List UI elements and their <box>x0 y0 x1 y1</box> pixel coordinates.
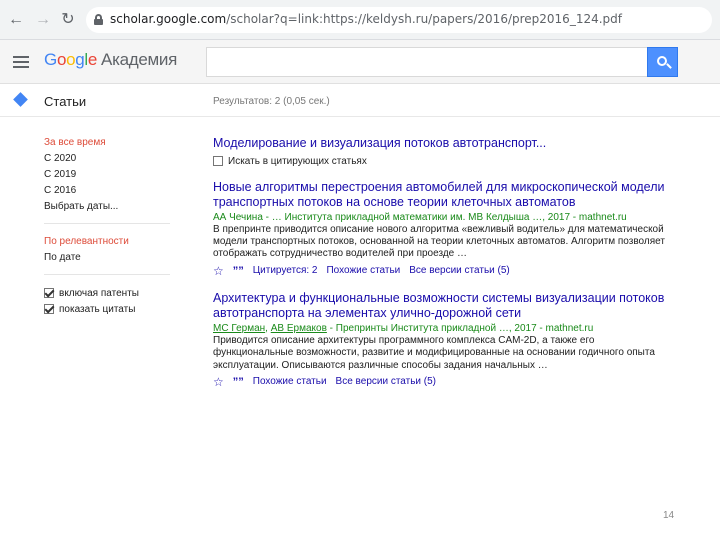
address-bar[interactable]: scholar.google.com/scholar?q=link:https:… <box>86 7 712 33</box>
filter-since-2020[interactable]: С 2020 <box>44 151 174 167</box>
result-snippet: В препринте приводится описание нового а… <box>213 223 665 260</box>
filter-sidebar: За все время С 2020 С 2019 С 2016 Выбрат… <box>44 135 174 317</box>
query-article-title[interactable]: Моделирование и визуализация потоков авт… <box>213 136 673 152</box>
articles-diamond-icon <box>13 92 28 107</box>
back-arrow-icon[interactable]: ← <box>6 9 26 31</box>
author-link[interactable]: АВ Ермаков <box>271 323 327 334</box>
slide-page-number: 14 <box>663 510 675 521</box>
related-articles-link[interactable]: Похожие статьи <box>326 264 400 278</box>
reload-icon[interactable]: ↻ <box>58 9 78 31</box>
search-button[interactable] <box>647 47 678 77</box>
scholar-header: Google Академия <box>0 40 720 84</box>
result-title[interactable]: Архитектура и функциональные возможности… <box>213 291 673 322</box>
checkbox-icon[interactable] <box>44 288 54 298</box>
include-patents-checkbox[interactable]: включая патенты <box>44 285 174 301</box>
cited-by-link[interactable]: Цитируется: 2 <box>253 264 318 278</box>
sort-by-relevance[interactable]: По релевантности <box>44 234 174 250</box>
show-citations-checkbox[interactable]: показать цитаты <box>44 301 174 317</box>
articles-label: Статьи <box>44 94 87 109</box>
search-citing-checkbox[interactable]: Искать в цитирующих статьях <box>213 156 673 167</box>
checkbox-icon[interactable] <box>213 156 223 166</box>
menu-icon[interactable] <box>13 56 29 68</box>
filter-since-2019[interactable]: С 2019 <box>44 167 174 183</box>
filter-custom-range[interactable]: Выбрать даты... <box>44 199 174 215</box>
save-star-icon[interactable]: ☆ <box>213 375 224 389</box>
result-item: Архитектура и функциональные возможности… <box>213 291 673 389</box>
filter-any-time[interactable]: За все время <box>44 135 174 151</box>
result-actions: ☆ ”” Цитируется: 2 Похожие статьи Все ве… <box>213 264 673 278</box>
browser-toolbar: ← → ↻ scholar.google.com/scholar?q=link:… <box>0 0 720 40</box>
results-count: Результатов: 2 (0,05 сек.) <box>213 96 330 107</box>
cite-quote-icon[interactable]: ”” <box>233 375 244 389</box>
result-authors: АА Чечина - … Институтa прикладной матем… <box>213 211 627 223</box>
google-scholar-logo[interactable]: Google Академия <box>44 50 177 70</box>
author-link[interactable]: МС Герман <box>213 323 265 334</box>
result-actions: ☆ ”” Похожие статьи Все версии статьи (5… <box>213 375 673 389</box>
all-versions-link[interactable]: Все версии статьи (5) <box>409 264 509 278</box>
result-snippet: Приводится описание архитектуры программ… <box>213 334 655 371</box>
related-articles-link[interactable]: Похожие статьи <box>253 375 327 389</box>
query-article: Моделирование и визуализация потоков авт… <box>213 136 673 167</box>
forward-arrow-icon[interactable]: → <box>33 9 53 31</box>
results-bar: Статьи Результатов: 2 (0,05 сек.) <box>0 85 720 117</box>
result-authors: МС Герман, АВ Ермаков - Препринты Инстит… <box>213 322 594 334</box>
sidebar-divider <box>44 274 170 275</box>
all-versions-link[interactable]: Все версии статьи (5) <box>336 375 436 389</box>
cite-quote-icon[interactable]: ”” <box>233 264 244 278</box>
url-text[interactable]: scholar.google.com/scholar?q=link:https:… <box>110 12 622 26</box>
save-star-icon[interactable]: ☆ <box>213 264 224 278</box>
checkbox-icon[interactable] <box>44 304 54 314</box>
results-list: Моделирование и визуализация потоков авт… <box>213 136 673 402</box>
search-input[interactable] <box>206 47 648 77</box>
filter-since-2016[interactable]: С 2016 <box>44 183 174 199</box>
lock-icon <box>94 14 103 25</box>
result-item: Новые алгоритмы перестроения автомобилей… <box>213 180 673 278</box>
sidebar-divider <box>44 223 170 224</box>
sort-by-date[interactable]: По дате <box>44 250 174 266</box>
result-title[interactable]: Новые алгоритмы перестроения автомобилей… <box>213 180 673 211</box>
